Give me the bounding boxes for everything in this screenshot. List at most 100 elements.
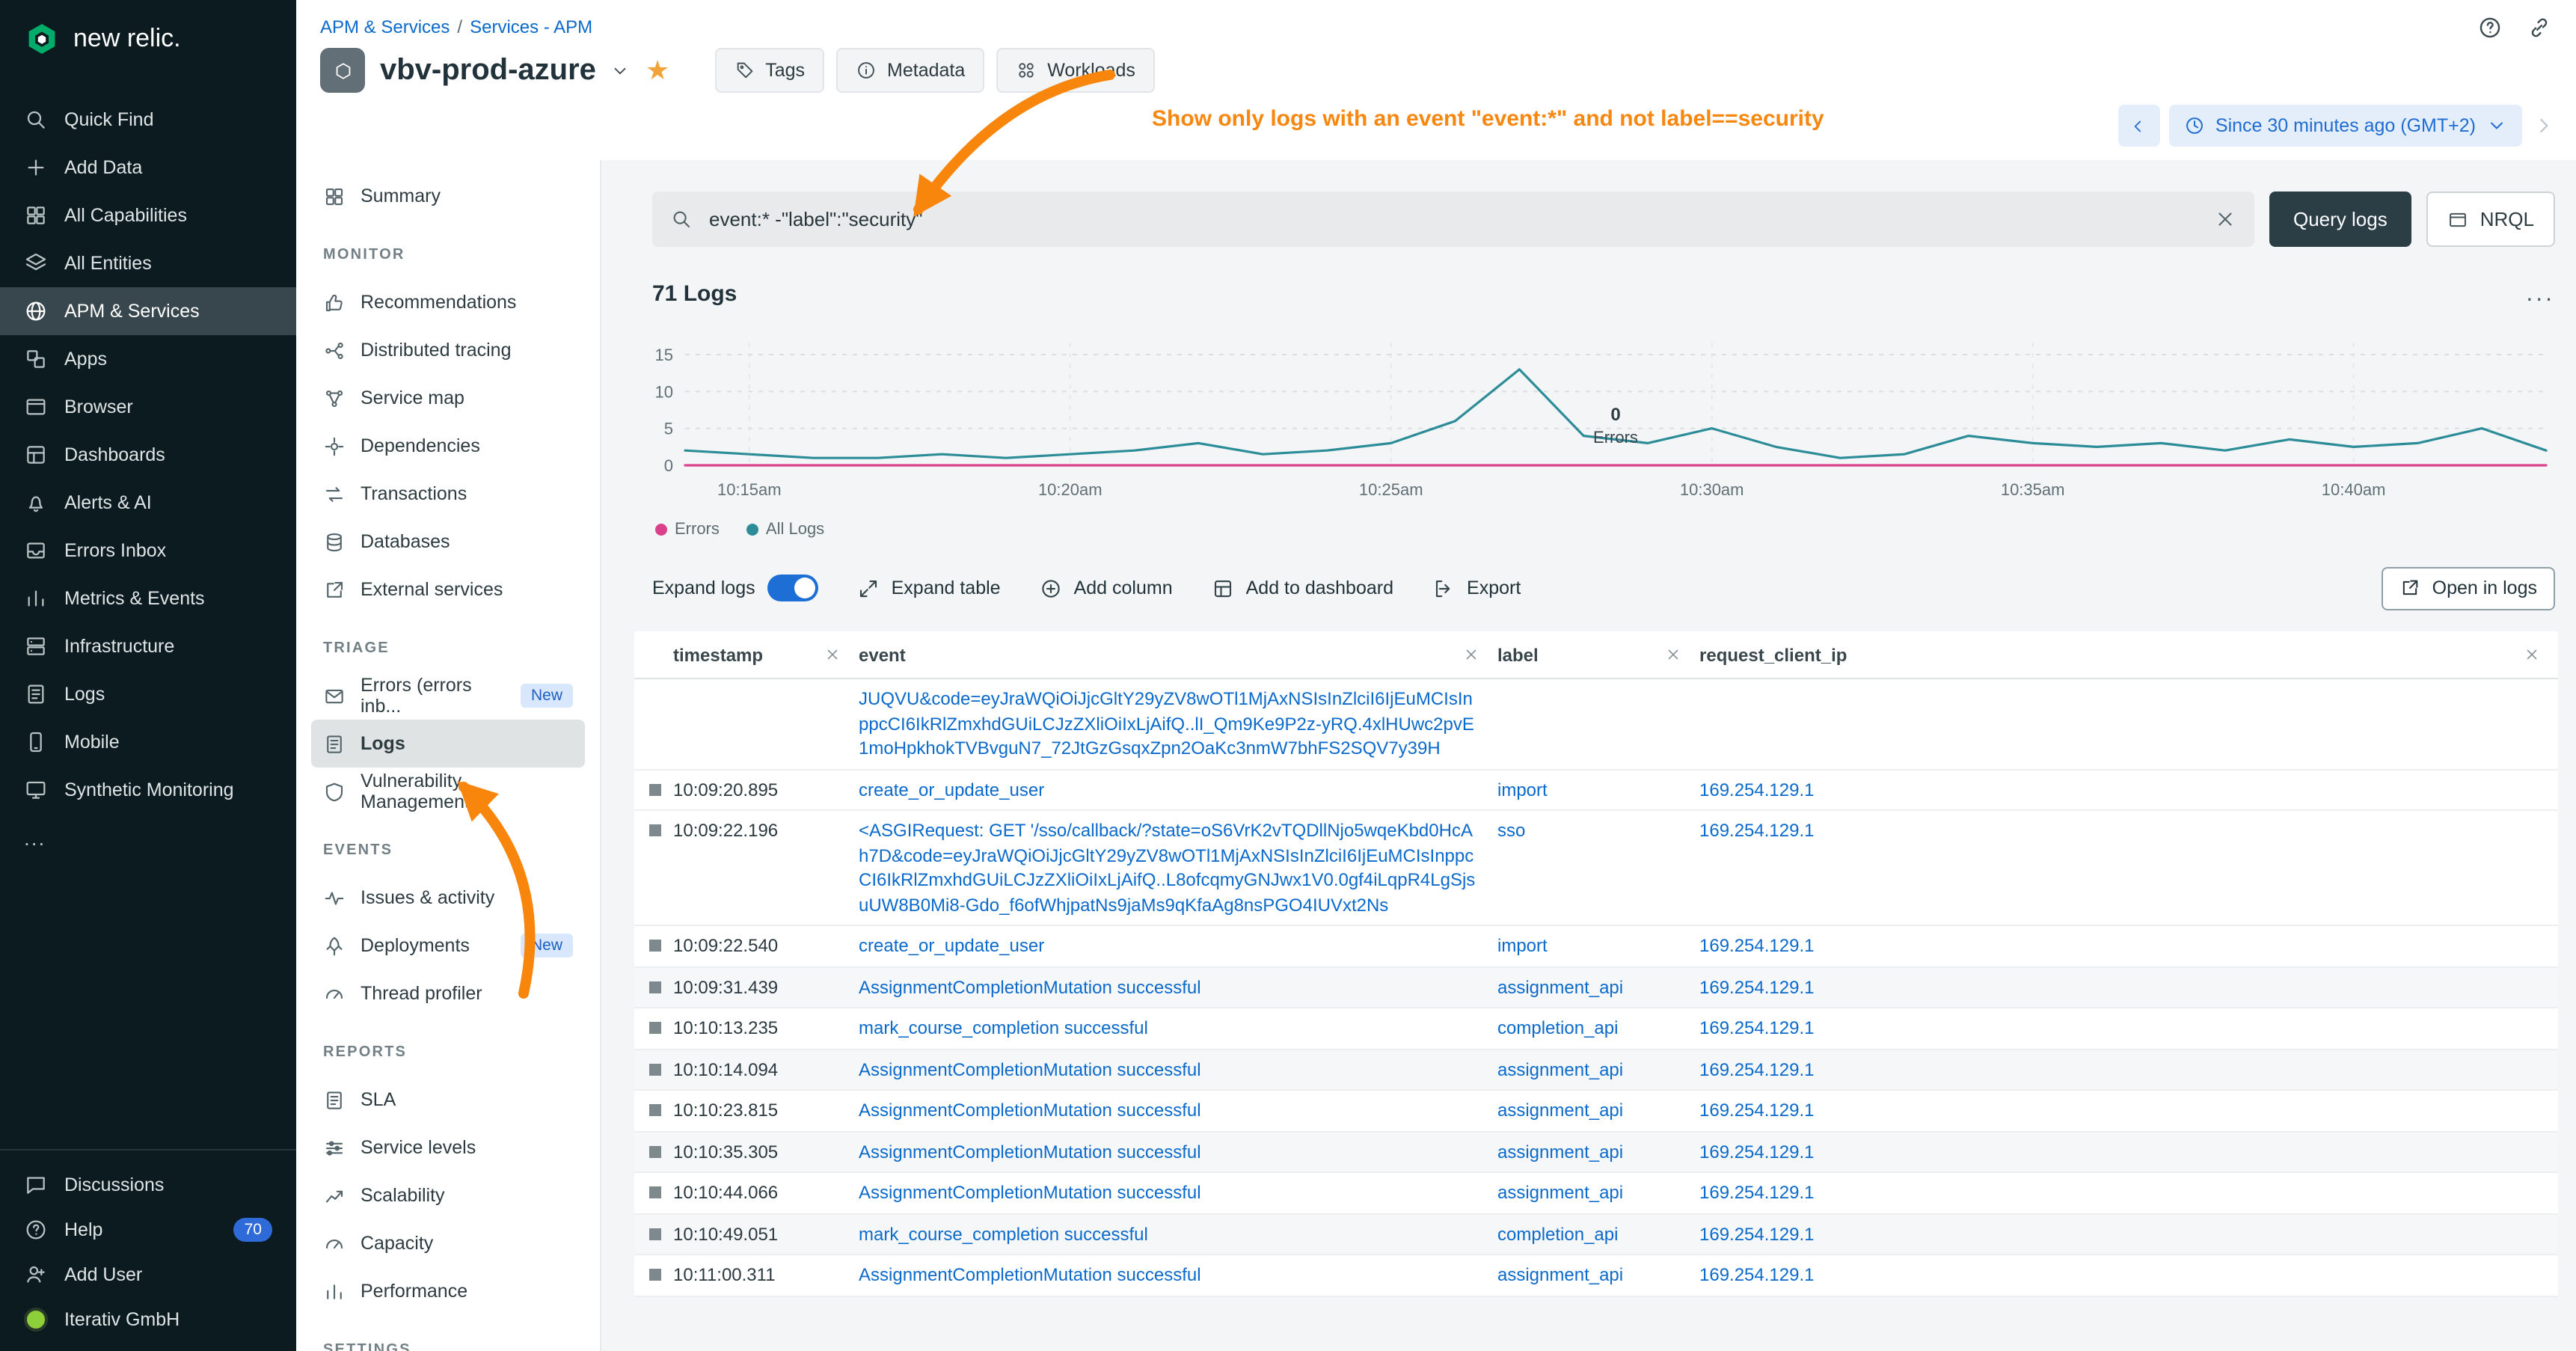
log-label-link[interactable]: sso (1497, 820, 1525, 841)
log-event-link[interactable]: mark_course_completion successful (859, 1017, 1148, 1038)
log-label-link[interactable]: assignment_api (1497, 976, 1623, 997)
breadcrumb-apm-services[interactable]: APM & Services (320, 16, 450, 37)
add-column-button[interactable]: Add column (1040, 577, 1173, 599)
subnav-item-vulnerability-management[interactable]: Vulnerability Management (311, 768, 585, 815)
log-label-link[interactable]: assignment_api (1497, 1100, 1623, 1121)
sidebar-item-account[interactable]: Iterativ GmbH (0, 1297, 296, 1342)
log-search-box[interactable] (652, 192, 2254, 247)
log-event-link[interactable]: JUQVU&code=eyJraWQiOiJjcGltY29yZV8wOTl1M… (859, 688, 1474, 759)
log-ip-link[interactable]: 169.254.129.1 (1699, 1264, 1815, 1285)
sidebar-item-discussions[interactable]: Discussions (0, 1162, 296, 1207)
sidebar-item-dashboards[interactable]: Dashboards (0, 431, 296, 479)
expand-logs-toggle[interactable] (767, 575, 818, 601)
log-row[interactable]: 10:10:14.094 AssignmentCompletionMutatio… (634, 1050, 2558, 1091)
sidebar-item-more[interactable]: ... (0, 814, 296, 862)
log-row[interactable]: 10:09:22.540 create_or_update_user impor… (634, 926, 2558, 967)
subnav-item-sla[interactable]: SLA (311, 1076, 585, 1124)
column-header-timestamp[interactable]: timestamp (673, 631, 859, 678)
log-ip-link[interactable]: 169.254.129.1 (1699, 1182, 1815, 1203)
remove-column-icon[interactable] (1665, 646, 1681, 663)
favorite-star-icon[interactable]: ★ (645, 57, 669, 84)
log-row[interactable]: 10:11:00.311 AssignmentCompletionMutatio… (634, 1255, 2558, 1296)
log-row[interactable]: 10:09:22.196 <ASGIRequest: GET '/sso/cal… (634, 811, 2558, 926)
nrql-button[interactable]: NRQL (2426, 192, 2555, 247)
log-event-link[interactable]: <ASGIRequest: GET '/sso/callback/?state=… (859, 820, 1475, 915)
log-event-link[interactable]: mark_course_completion successful (859, 1223, 1148, 1244)
sidebar-item-all-entities[interactable]: All Entities (0, 239, 296, 287)
log-row[interactable]: 10:10:23.815 AssignmentCompletionMutatio… (634, 1091, 2558, 1132)
subnav-item-thread-profiler[interactable]: Thread profiler (311, 969, 585, 1017)
log-ip-link[interactable]: 169.254.129.1 (1699, 1141, 1815, 1162)
column-header-event[interactable]: event (859, 631, 1497, 678)
log-event-link[interactable]: AssignmentCompletionMutation successful (859, 1059, 1201, 1079)
subnav-item-performance[interactable]: Performance (311, 1267, 585, 1315)
log-row[interactable]: 10:10:44.066 AssignmentCompletionMutatio… (634, 1173, 2558, 1214)
subnav-item-transactions[interactable]: Transactions (311, 470, 585, 518)
sidebar-item-add-data[interactable]: Add Data (0, 144, 296, 192)
sidebar-item-browser[interactable]: Browser (0, 383, 296, 431)
log-ip-link[interactable]: 169.254.129.1 (1699, 820, 1815, 841)
sidebar-item-help[interactable]: Help70 (0, 1207, 296, 1252)
sidebar-item-errors-inbox[interactable]: Errors Inbox (0, 527, 296, 575)
log-ip-link[interactable]: 169.254.129.1 (1699, 1017, 1815, 1038)
add-to-dashboard-button[interactable]: Add to dashboard (1212, 577, 1393, 599)
subnav-item-databases[interactable]: Databases (311, 518, 585, 566)
column-header-request-client-ip[interactable]: request_client_ip (1699, 631, 2558, 678)
subnav-item-deployments[interactable]: DeploymentsNew (311, 922, 585, 969)
log-ip-link[interactable]: 169.254.129.1 (1699, 976, 1815, 997)
log-event-link[interactable]: AssignmentCompletionMutation successful (859, 1264, 1201, 1285)
subnav-item-logs[interactable]: Logs (311, 720, 585, 768)
metadata-button[interactable]: Metadata (836, 48, 984, 93)
sidebar-item-logs[interactable]: Logs (0, 670, 296, 718)
query-logs-button[interactable]: Query logs (2269, 192, 2411, 247)
log-label-link[interactable]: import (1497, 779, 1548, 800)
log-ip-link[interactable]: 169.254.129.1 (1699, 1100, 1815, 1121)
query-input[interactable] (706, 206, 2201, 232)
subnav-item-service-levels[interactable]: Service levels (311, 1124, 585, 1171)
log-row[interactable]: 10:09:20.895 create_or_update_user impor… (634, 770, 2558, 811)
log-label-link[interactable]: import (1497, 935, 1548, 956)
sidebar-item-quick-find[interactable]: Quick Find (0, 96, 296, 144)
subnav-item-scalability[interactable]: Scalability (311, 1171, 585, 1219)
time-forward-button[interactable] (2531, 114, 2555, 138)
clear-query-icon[interactable] (2214, 208, 2236, 230)
workloads-button[interactable]: Workloads (996, 48, 1155, 93)
sidebar-item-apm-services[interactable]: APM & Services (0, 287, 296, 335)
log-ip-link[interactable]: 169.254.129.1 (1699, 1223, 1815, 1244)
subnav-item-recommendations[interactable]: Recommendations (311, 278, 585, 326)
log-ip-link[interactable]: 169.254.129.1 (1699, 935, 1815, 956)
log-label-link[interactable]: completion_api (1497, 1223, 1618, 1244)
log-label-link[interactable]: completion_api (1497, 1017, 1618, 1038)
subnav-item-summary[interactable]: Summary (311, 172, 585, 220)
log-label-link[interactable]: assignment_api (1497, 1141, 1623, 1162)
log-row[interactable]: 10:10:49.051 mark_course_completion succ… (634, 1214, 2558, 1255)
expand-table-button[interactable]: Expand table (857, 577, 1001, 599)
subnav-item-service-map[interactable]: Service map (311, 374, 585, 422)
sidebar-item-apps[interactable]: Apps (0, 335, 296, 383)
sidebar-item-synthetic-monitoring[interactable]: Synthetic Monitoring (0, 766, 296, 814)
sidebar-item-metrics-events[interactable]: Metrics & Events (0, 575, 296, 622)
export-button[interactable]: Export (1432, 577, 1521, 599)
log-event-link[interactable]: create_or_update_user (859, 935, 1044, 956)
overflow-menu-button[interactable]: ... (2526, 287, 2555, 301)
log-event-link[interactable]: create_or_update_user (859, 779, 1044, 800)
subnav-item-distributed-tracing[interactable]: Distributed tracing (311, 326, 585, 374)
help-circle-icon[interactable] (2477, 15, 2503, 40)
log-event-link[interactable]: AssignmentCompletionMutation successful (859, 1182, 1201, 1203)
sidebar-item-add-user[interactable]: Add User (0, 1252, 296, 1297)
log-label-link[interactable]: assignment_api (1497, 1264, 1623, 1285)
subnav-item-issues-activity[interactable]: Issues & activity (311, 874, 585, 922)
sidebar-item-alerts-ai[interactable]: Alerts & AI (0, 479, 296, 527)
log-event-link[interactable]: AssignmentCompletionMutation successful (859, 1100, 1201, 1121)
column-header-label[interactable]: label (1497, 631, 1699, 678)
time-back-button[interactable] (2118, 105, 2160, 147)
subnav-item-dependencies[interactable]: Dependencies (311, 422, 585, 470)
legend-all-logs[interactable]: All Logs (746, 521, 824, 539)
permalink-icon[interactable] (2527, 15, 2552, 40)
log-ip-link[interactable]: 169.254.129.1 (1699, 779, 1815, 800)
log-event-link[interactable]: AssignmentCompletionMutation successful (859, 976, 1201, 997)
log-label-link[interactable]: assignment_api (1497, 1059, 1623, 1079)
entity-chevron-down-icon[interactable] (611, 61, 631, 80)
remove-column-icon[interactable] (824, 646, 841, 663)
log-event-link[interactable]: AssignmentCompletionMutation successful (859, 1141, 1201, 1162)
